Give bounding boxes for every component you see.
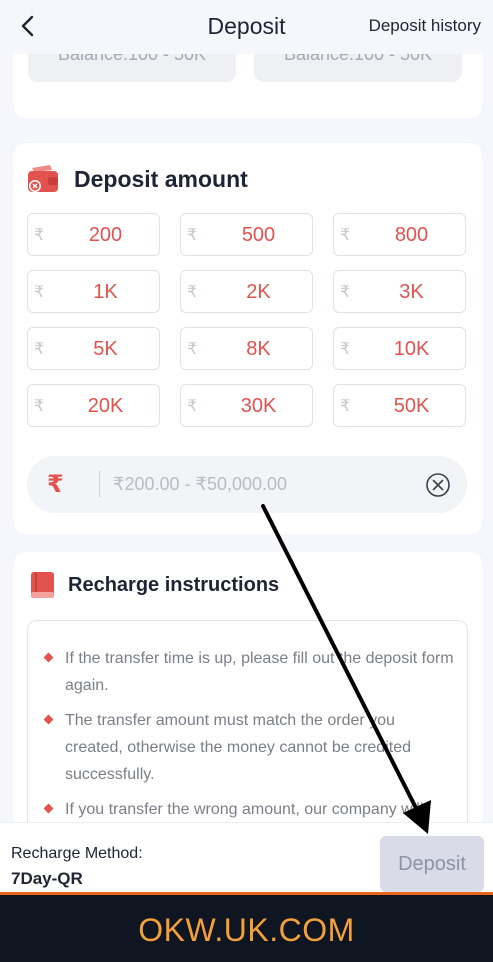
rupee-icon: ₹ (187, 398, 198, 415)
deposit-button[interactable]: Deposit (380, 836, 484, 892)
bullet-diamond-icon (43, 652, 54, 663)
amount-value: 30K (240, 395, 277, 417)
amount-option-500[interactable]: ₹500 (180, 213, 313, 256)
amount-options: ₹200 ₹500 ₹800 ₹1K ₹2K ₹3K ₹5K ₹8K ₹10K … (27, 213, 468, 427)
bullet-diamond-icon (43, 714, 54, 725)
rupee-icon: ₹ (340, 398, 351, 415)
instruction-text: If the transfer time is up, please fill … (65, 650, 454, 694)
amount-value: 2K (246, 281, 271, 303)
instructions-header: Recharge instructions (30, 570, 279, 600)
chevron-left-icon (21, 15, 34, 37)
instructions-title: Recharge instructions (68, 573, 280, 596)
clear-icon[interactable] (425, 472, 451, 498)
amount-value: 800 (394, 224, 429, 246)
bottom-bar: Recharge Method: 7Day-QR Deposit (0, 822, 493, 892)
rupee-icon: ₹ (187, 227, 198, 244)
deposit-amount-title: Deposit amount (74, 165, 248, 192)
rupee-icon: ₹ (340, 284, 351, 301)
recharge-instructions-card: Recharge instructions If the transfer ti… (14, 552, 482, 860)
amount-option-5k[interactable]: ₹5K (27, 327, 160, 370)
amount-option-20k[interactable]: ₹20K (27, 384, 160, 427)
list-item: If you transfer the wrong amount, our co… (28, 796, 467, 823)
rupee-icon: ₹ (47, 471, 64, 498)
list-item: The transfer amount must match the order… (28, 707, 467, 788)
amount-option-10k[interactable]: ₹10K (333, 327, 466, 370)
amount-option-800[interactable]: ₹800 (333, 213, 466, 256)
amount-option-30k[interactable]: ₹30K (180, 384, 313, 427)
amount-value: 10K (393, 338, 430, 360)
deposit-amount-card: Deposit amount ₹200 ₹500 ₹800 ₹1K ₹2K ₹3… (14, 143, 482, 534)
wallet-icon (28, 165, 58, 192)
rupee-icon: ₹ (34, 398, 45, 415)
header: Deposit Deposit history (0, 0, 493, 54)
footer-banner: OKW.UK.COM (0, 895, 493, 962)
rupee-icon: ₹ (187, 284, 198, 301)
amount-option-200[interactable]: ₹200 (27, 213, 160, 256)
recharge-method-value: 7Day-QR (11, 869, 83, 888)
book-icon (31, 572, 54, 598)
amount-input-container: ₹ (27, 456, 467, 513)
page-title: Deposit (207, 13, 286, 39)
recharge-method-label: Recharge Method: (11, 845, 143, 862)
instruction-text: The transfer amount must match the order… (65, 712, 411, 783)
amount-value: 200 (88, 224, 123, 246)
amount-value: 50K (393, 395, 430, 417)
rupee-icon: ₹ (340, 341, 351, 358)
amount-value: 500 (241, 224, 276, 246)
amount-option-8k[interactable]: ₹8K (180, 327, 313, 370)
amount-input[interactable] (113, 470, 413, 498)
amount-option-1k[interactable]: ₹1K (27, 270, 160, 313)
amount-value: 5K (93, 338, 118, 360)
amount-value: 1K (93, 281, 118, 303)
back-button[interactable] (14, 12, 42, 40)
amount-value: 3K (399, 281, 424, 303)
amount-value: 8K (246, 338, 271, 360)
amount-option-50k[interactable]: ₹50K (333, 384, 466, 427)
rupee-icon: ₹ (34, 284, 45, 301)
deposit-amount-header: Deposit amount (26, 163, 248, 195)
rupee-icon: ₹ (340, 227, 351, 244)
amount-option-3k[interactable]: ₹3K (333, 270, 466, 313)
rupee-icon: ₹ (187, 341, 198, 358)
footer-watermark-text: OKW.UK.COM (138, 912, 355, 948)
amount-option-2k[interactable]: ₹2K (180, 270, 313, 313)
deposit-history-link[interactable]: Deposit history (369, 16, 481, 36)
rupee-icon: ₹ (34, 227, 45, 244)
input-divider (99, 471, 100, 497)
amount-value: 20K (87, 395, 124, 417)
list-item: If the transfer time is up, please fill … (28, 645, 467, 699)
instruction-text: If you transfer the wrong amount, our co… (65, 801, 424, 818)
bullet-diamond-icon (43, 803, 54, 814)
rupee-icon: ₹ (34, 341, 45, 358)
